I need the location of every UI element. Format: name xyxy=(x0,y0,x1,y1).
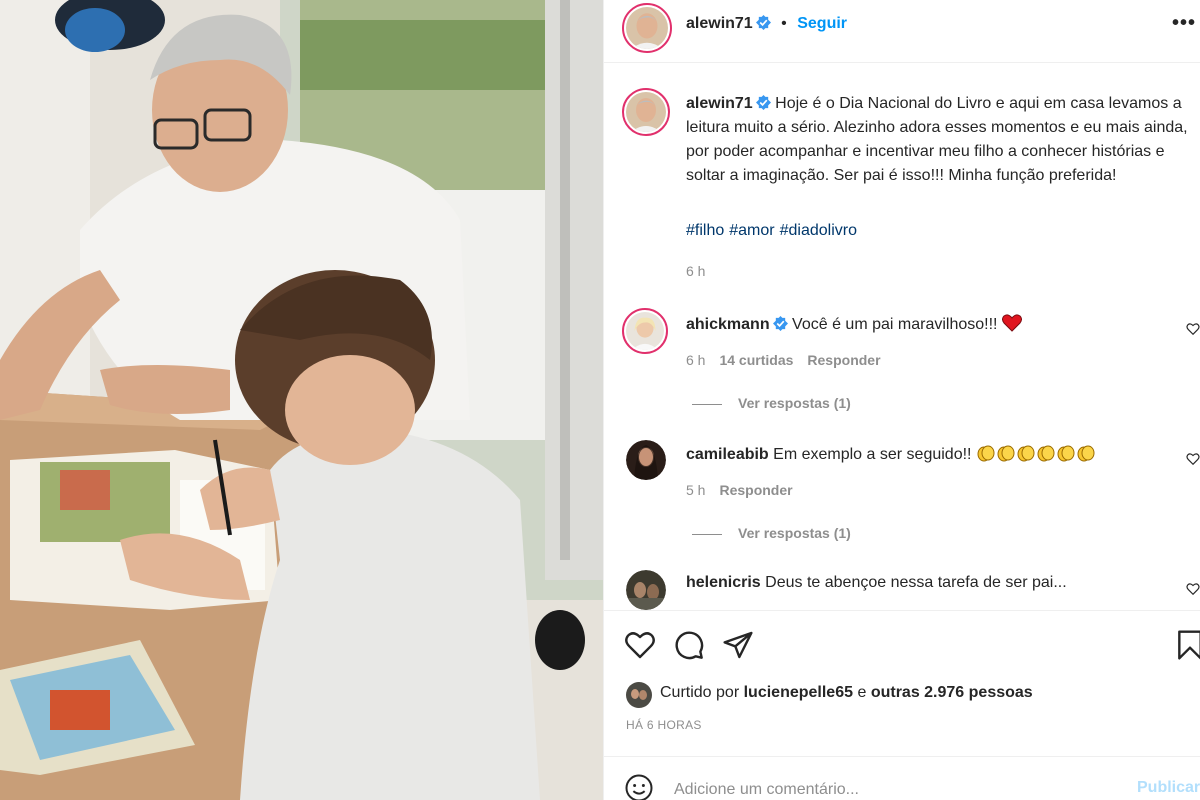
comment-input[interactable] xyxy=(672,775,1116,800)
post-action-bar xyxy=(604,610,1200,675)
comment-time: 6 h xyxy=(686,352,706,368)
post-details-panel: alewin71 • Seguir ••• alewin71 Hoje é o … xyxy=(603,0,1200,800)
comment-like-heart-icon[interactable] xyxy=(1186,582,1200,596)
comment-body: helenicris Deus te abençoe nessa tarefa … xyxy=(686,574,1067,592)
comment-text: Você é um pai maravilhoso!!! xyxy=(792,316,998,333)
comment-body: ahickmann Você é um pai maravilhoso!!! xyxy=(686,314,1022,334)
comment-like-heart-icon[interactable] xyxy=(1186,322,1200,336)
liked-by-others[interactable]: outras 2.976 pessoas xyxy=(871,684,1033,701)
caption-author-avatar[interactable] xyxy=(622,88,670,136)
view-replies-label: Ver respostas (1) xyxy=(738,395,851,411)
verified-icon xyxy=(772,316,788,331)
comment-time: 5 h xyxy=(686,482,706,498)
author-avatar[interactable] xyxy=(622,3,672,53)
liker-avatar[interactable] xyxy=(626,682,652,708)
post-age: HÁ 6 HORAS xyxy=(626,718,702,732)
comment-icon[interactable] xyxy=(673,629,705,661)
replies-divider xyxy=(692,403,722,405)
verified-icon xyxy=(755,15,771,30)
heart-icon[interactable] xyxy=(624,629,656,661)
replies-divider xyxy=(692,533,722,535)
comment-username[interactable]: ahickmann xyxy=(686,316,770,333)
liked-by-prefix: Curtido por xyxy=(660,684,740,701)
clapping-hands-emoji-icon xyxy=(1057,445,1075,462)
more-options-icon[interactable]: ••• xyxy=(1172,12,1196,35)
caption-author-avatar-image xyxy=(626,92,666,132)
author-avatar-image xyxy=(626,7,668,49)
father-son-reading-photo xyxy=(0,0,603,800)
comment-meta: 6 h 14 curtidas Responder xyxy=(686,352,895,368)
liked-by-line: Curtido por lucienepelle65 e outras 2.97… xyxy=(660,684,1033,702)
hashtag-link[interactable]: #filho xyxy=(686,222,724,239)
hashtag-link[interactable]: #amor xyxy=(729,222,774,239)
share-icon[interactable] xyxy=(722,629,754,661)
clapping-hands-emoji-icon xyxy=(1037,445,1055,462)
comment-username[interactable]: camileabib xyxy=(686,446,769,463)
hashtag-link[interactable]: #diadolivro xyxy=(780,222,857,239)
comment-username[interactable]: helenicris xyxy=(686,574,761,591)
comment-likes[interactable]: 14 curtidas xyxy=(719,352,793,368)
add-comment-bar: Publicar xyxy=(604,756,1200,800)
header-username[interactable]: alewin71 xyxy=(686,15,753,32)
comment-item: helenicris Deus te abençoe nessa tarefa … xyxy=(604,566,1200,610)
commenter-avatar[interactable] xyxy=(626,570,666,610)
follow-button[interactable]: Seguir xyxy=(797,15,847,32)
comment-like-heart-icon[interactable] xyxy=(1186,452,1200,466)
post-photo[interactable] xyxy=(0,0,603,800)
clapping-hands-emoji-icon xyxy=(1017,445,1035,462)
liked-by-joiner: e xyxy=(857,684,867,701)
commenter-avatar-image xyxy=(626,440,666,480)
publish-button[interactable]: Publicar xyxy=(1137,779,1200,797)
clapping-hands-emoji-icon xyxy=(997,445,1015,462)
comment-meta: 5 h Responder xyxy=(686,482,807,498)
comment-body: camileabib Em exemplo a ser seguido!! xyxy=(686,444,1096,464)
liker-avatar-image xyxy=(626,682,652,708)
comment-text: Deus te abençoe nessa tarefa de ser pai.… xyxy=(765,574,1067,591)
emoji-icon[interactable] xyxy=(624,773,654,800)
clapping-hands-emoji-icon xyxy=(1077,445,1095,462)
post-header: alewin71 • Seguir ••• xyxy=(604,0,1200,63)
view-replies-button[interactable]: Ver respostas (1) xyxy=(692,395,851,411)
caption: alewin71 Hoje é o Dia Nacional do Livro … xyxy=(686,92,1196,188)
reply-button[interactable]: Responder xyxy=(807,352,880,368)
clapping-hands-emoji-group xyxy=(976,445,1096,463)
view-replies-label: Ver respostas (1) xyxy=(738,525,851,541)
caption-timestamp: 6 h xyxy=(686,263,706,279)
heart-emoji-icon xyxy=(1001,314,1022,332)
header-user-line: alewin71 • Seguir xyxy=(686,15,847,33)
header-separator: • xyxy=(781,15,787,32)
bookmark-icon[interactable] xyxy=(1174,629,1200,661)
commenter-avatar[interactable] xyxy=(622,308,668,354)
view-replies-button[interactable]: Ver respostas (1) xyxy=(692,525,851,541)
verified-icon xyxy=(755,95,771,110)
commenter-avatar-image xyxy=(626,312,664,350)
commenter-avatar[interactable] xyxy=(626,440,666,480)
comment-text: Em exemplo a ser seguido!! xyxy=(773,446,972,463)
liked-by-user[interactable]: lucienepelle65 xyxy=(744,684,853,701)
reply-button[interactable]: Responder xyxy=(719,482,792,498)
caption-username[interactable]: alewin71 xyxy=(686,95,753,112)
clapping-hands-emoji-icon xyxy=(977,445,995,462)
caption-hashtags: #filho #amor #diadolivro xyxy=(686,222,862,240)
commenter-avatar-image xyxy=(626,570,666,610)
